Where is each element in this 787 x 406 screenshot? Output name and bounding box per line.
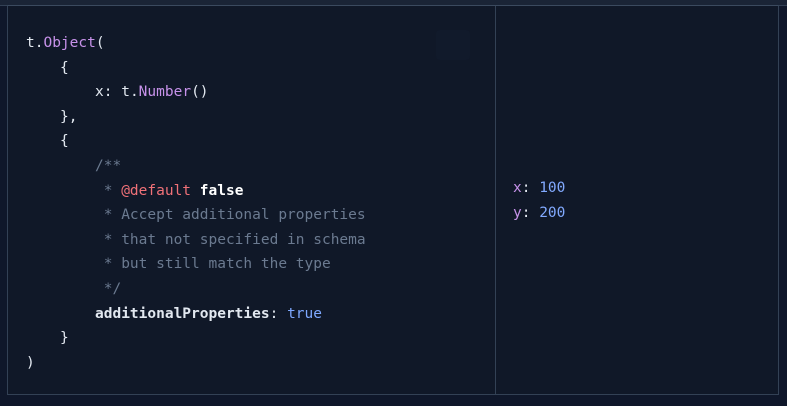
code-line: {: [26, 129, 366, 154]
code-punctuation: .: [129, 84, 139, 101]
code-comment: *: [95, 182, 122, 199]
code-example-panel: t. Object( { x: t.Number() }, { /** * @de…: [7, 5, 779, 395]
code-doc-value: false: [199, 182, 244, 199]
code-punctuation: ): [26, 354, 35, 371]
code-comment: /**: [95, 157, 122, 174]
pane-divider: [495, 6, 496, 394]
code-key: additionalProperties: [95, 305, 270, 322]
code-comment-line: */: [26, 277, 366, 302]
code-key: x: [95, 84, 104, 101]
code-punctuation: {: [60, 133, 69, 150]
code-editor[interactable]: t. Object( { x: t.Number() }, { /** * @de…: [26, 31, 366, 375]
code-comment-line: * but still match the type: [26, 252, 366, 277]
code-identifier: t: [26, 35, 35, 51]
code-comment-line: * @default false: [26, 179, 366, 204]
code-line: }: [26, 326, 366, 351]
result-line: x: 100: [513, 176, 565, 201]
code-boolean: true: [287, 305, 322, 322]
copy-button[interactable]: [436, 30, 470, 60]
code-punctuation: }: [60, 330, 69, 347]
code-punctuation: },: [60, 108, 78, 125]
code-line: },: [26, 105, 366, 130]
code-comment: * that not specified in schema: [95, 231, 366, 248]
code-punctuation: :: [269, 305, 288, 322]
code-comment: * but still match the type: [95, 256, 331, 273]
code-line: t.Object(: [26, 31, 366, 56]
code-comment-line: * that not specified in schema: [26, 228, 366, 253]
code-punctuation: :: [103, 84, 122, 101]
code-line: additionalProperties: true: [26, 302, 366, 327]
result-value: 200: [539, 204, 566, 221]
code-comment: * Accept additional properties: [95, 207, 366, 224]
code-comment-line: /**: [26, 154, 366, 179]
code-line: x: t.Number(): [26, 80, 366, 105]
code-identifier: t: [121, 84, 130, 101]
code-punctuation: (): [191, 84, 209, 101]
code-comment: */: [95, 280, 122, 297]
code-comment-line: * Accept additional properties: [26, 203, 366, 228]
result-key: y: [513, 204, 522, 221]
result-line: y: 200: [513, 201, 565, 226]
result-punctuation: :: [521, 180, 540, 196]
code-line: {: [26, 56, 366, 81]
result-key: x: [513, 180, 522, 196]
result-punctuation: :: [521, 204, 540, 221]
result-value: 100: [539, 180, 566, 196]
code-line: ): [26, 351, 366, 376]
code-punctuation: {: [60, 59, 69, 76]
code-punctuation: (: [95, 35, 105, 51]
result-output: x: 100 y: 200: [513, 176, 565, 225]
code-function: Number: [138, 84, 192, 101]
code-doc-tag: @default: [121, 182, 192, 199]
code-function: Object: [43, 35, 96, 51]
